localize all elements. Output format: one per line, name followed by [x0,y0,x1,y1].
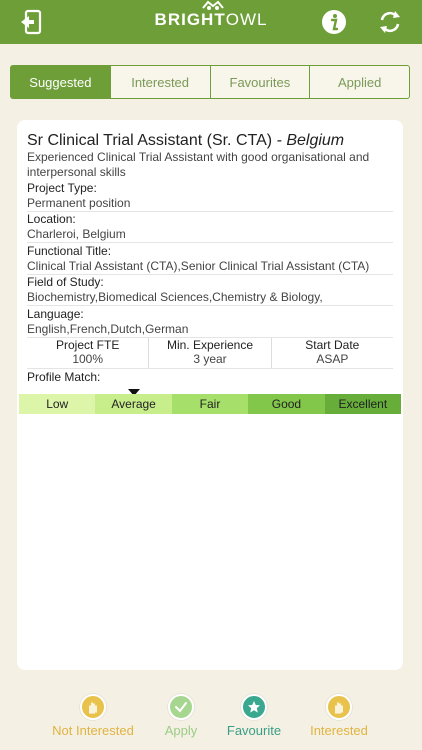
job-tabs: Suggested Interested Favourites Applied [10,65,410,99]
favourite-button[interactable]: Favourite [209,694,299,738]
match-level-good: Good [248,394,325,414]
info-icon[interactable] [320,8,348,36]
field-label: Project Type: [27,181,97,195]
field-value: Clinical Trial Assistant (CTA),Senior Cl… [27,259,370,273]
field-value: Charleroi, Belgium [27,227,126,241]
field-value: Permanent position [27,196,131,210]
tab-interested[interactable]: Interested [109,66,210,98]
stat-start-date: Start Date ASAP [270,338,393,368]
profile-match-bar: Low Average Fair Good Excellent [19,394,402,414]
field-project-type: Project Type: Permanent position [27,181,393,212]
field-value: English,French,Dutch,German [27,322,189,336]
match-level-average: Average [95,394,172,414]
job-location-tag: - Belgium [276,132,345,149]
brand-logo: BRIGHTOWL [154,10,268,29]
stat-project-fte: Project FTE 100% [55,338,120,366]
match-level-fair: Fair [171,394,249,414]
favourite-label: Favourite [226,723,282,738]
tab-suggested[interactable]: Suggested [11,66,110,98]
interested-label: Interested [310,723,368,738]
field-language: Language: English,French,Dutch,German [27,307,393,338]
job-stats: Project FTE 100% Min. Experience 3 year … [27,338,393,369]
field-value: Biochemistry,Biomedical Sciences,Chemist… [27,290,323,304]
stat-min-experience: Min. Experience 3 year [148,338,270,368]
hand-icon [80,694,106,720]
field-label: Functional Title: [27,244,112,258]
tab-favourites[interactable]: Favourites [209,66,310,98]
top-bar: BRIGHTOWL [0,0,422,44]
check-icon [168,694,194,720]
field-label: Language: [27,307,84,321]
not-interested-button[interactable]: Not Interested [48,694,138,738]
hand-icon [326,694,352,720]
field-label: Field of Study: [27,275,104,289]
interested-button[interactable]: Interested [294,694,384,738]
job-title: Sr Clinical Trial Assistant (Sr. CTA) - … [27,132,345,149]
tab-applied[interactable]: Applied [309,66,409,98]
not-interested-label: Not Interested [52,723,134,738]
match-level-excellent: Excellent [324,394,402,414]
profile-match-label: Profile Match: [27,370,101,384]
star-icon [241,694,267,720]
match-level-low: Low [19,394,96,414]
field-label: Location: [27,212,76,226]
action-bar: Not Interested Apply Favourite Intereste… [0,688,422,750]
refresh-icon[interactable] [376,8,404,36]
field-functional-title: Functional Title: Clinical Trial Assista… [27,244,393,275]
field-field-of-study: Field of Study: Biochemistry,Biomedical … [27,275,393,306]
job-card[interactable]: Sr Clinical Trial Assistant (Sr. CTA) - … [17,120,403,670]
job-description: Experienced Clinical Trial Assistant wit… [27,150,370,179]
field-location: Location: Charleroi, Belgium [27,212,393,243]
